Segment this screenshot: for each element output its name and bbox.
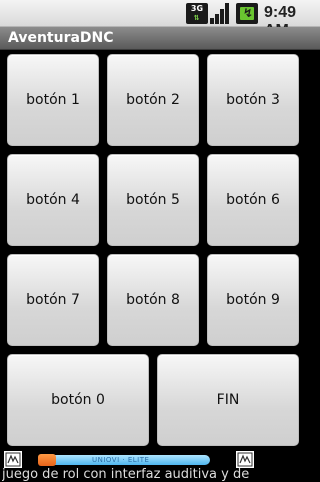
button-9[interactable]: botón 9 xyxy=(207,254,299,346)
button-2[interactable]: botón 2 xyxy=(107,54,199,146)
signal-strength-icon xyxy=(210,3,232,24)
button-8[interactable]: botón 8 xyxy=(107,254,199,346)
app-title-bar: AventuraDNC xyxy=(0,27,320,50)
app-title: AventuraDNC xyxy=(8,30,114,46)
button-3[interactable]: botón 3 xyxy=(207,54,299,146)
clock-time: 9:49 xyxy=(264,4,297,21)
ad-logo-right-icon xyxy=(236,451,254,468)
button-1[interactable]: botón 1 xyxy=(7,54,99,146)
button-5[interactable]: botón 5 xyxy=(107,154,199,246)
ad-logo-left-icon xyxy=(4,451,22,468)
button-0[interactable]: botón 0 xyxy=(7,354,149,446)
ad-slider-knob xyxy=(38,454,56,466)
status-bar: 3G ⇅ ↯ 9:49 AM xyxy=(0,0,320,39)
fin-button[interactable]: FIN xyxy=(157,354,299,446)
battery-charging-icon: ↯ xyxy=(236,3,258,24)
ad-slider-text: UNIOVI · ELITE xyxy=(92,456,150,464)
button-7[interactable]: botón 7 xyxy=(7,254,99,346)
network-3g-icon: 3G ⇅ xyxy=(186,3,208,24)
button-6[interactable]: botón 6 xyxy=(207,154,299,246)
button-4[interactable]: botón 4 xyxy=(7,154,99,246)
network-label: 3G xyxy=(190,4,204,13)
